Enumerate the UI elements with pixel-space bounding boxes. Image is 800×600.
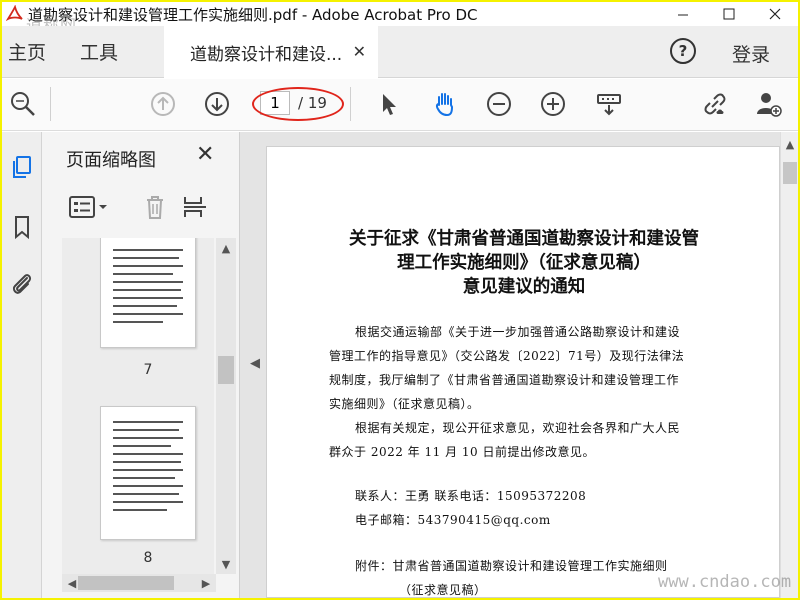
acrobat-logo-icon	[5, 4, 24, 23]
document-title-line: 意见建议的通知	[462, 277, 586, 297]
body-text-line: 根据交通运输部《关于进一步加强普通公路勘察设计和建设	[355, 325, 681, 339]
navigation-rail	[2, 132, 42, 598]
document-title-line: 理工作实施细则》（征求意见稿）	[397, 253, 651, 273]
page-thumbnails-panel: 页面缩略图 ✕ 7 8 ▲ ▼ ◀ ▶	[42, 132, 240, 598]
insert-page-icon[interactable]	[178, 192, 212, 222]
attachments-icon[interactable]	[7, 268, 37, 298]
next-page-icon[interactable]	[202, 89, 232, 119]
help-button[interactable]: ?	[670, 38, 696, 64]
close-tab-icon[interactable]: ✕	[353, 42, 366, 61]
thumbnail-page[interactable]	[100, 238, 196, 348]
body-text-line: 根据有关规定，现公开征求意见，欢迎社会各界和广大人民	[355, 421, 681, 435]
document-scrollbar[interactable]: ▲	[780, 132, 798, 598]
attachment-line: （征求意见稿）	[399, 583, 487, 597]
thumbnail-page[interactable]	[100, 406, 196, 540]
keyboard-tool-icon[interactable]	[594, 89, 624, 119]
body-text-line: 规制度，我厅编制了《甘肃省普通国道勘察设计和建设管理工作	[329, 373, 680, 387]
previous-page-icon[interactable]	[148, 89, 178, 119]
close-icon	[769, 8, 781, 20]
minimize-button[interactable]	[660, 2, 706, 26]
add-user-icon[interactable]	[754, 89, 784, 119]
collapse-panel-icon[interactable]: ◀	[250, 356, 260, 371]
select-cursor-icon[interactable]	[374, 89, 404, 119]
scrollbar-thumb[interactable]	[218, 356, 234, 384]
document-tab-label: 道勘察设计和建设...	[190, 44, 343, 65]
scroll-up-icon[interactable]: ▲	[780, 136, 798, 152]
toolbar-divider	[50, 87, 51, 121]
pdf-page: 关于征求《甘肃省普通国道勘察设计和建设管 理工作实施细则》（征求意见稿） 意见建…	[266, 146, 780, 598]
zoom-search-icon[interactable]	[8, 89, 38, 119]
highlight-oval	[252, 87, 344, 121]
body-text-line: 群众于 2022 年 11 月 10 日前提出修改意见。	[329, 445, 595, 459]
page-thumbnails-icon[interactable]	[7, 152, 37, 182]
scroll-down-icon[interactable]: ▼	[216, 556, 236, 572]
body-text-line: 管理工作的指导意见》（交公路发〔2022〕71号）及现行法律法	[329, 349, 685, 363]
close-panel-icon[interactable]: ✕	[196, 142, 214, 167]
thumbnail-page-number: 8	[143, 550, 153, 566]
home-menu[interactable]: 主页	[8, 38, 46, 65]
zoom-in-icon[interactable]	[538, 89, 568, 119]
document-title-line: 关于征求《甘肃省普通国道勘察设计和建设管	[349, 229, 699, 249]
maximize-button[interactable]	[706, 2, 752, 26]
thumbnail-page-number: 7	[143, 362, 153, 378]
hand-tool-icon[interactable]	[430, 89, 460, 119]
thumbnail-options-icon[interactable]	[64, 192, 112, 222]
scroll-right-icon[interactable]: ▶	[196, 575, 216, 591]
scrollbar-thumb[interactable]	[78, 576, 174, 590]
watermark-bottom: www.cndao.com	[658, 572, 792, 592]
document-view: ◀ 关于征求《甘肃省普通国道勘察设计和建设管 理工作实施细则》（征求意见稿） 意…	[240, 132, 780, 598]
panel-toolbar	[64, 192, 240, 224]
sign-in-button[interactable]: 登录	[732, 40, 770, 67]
contact-line: 联系人：王勇 联系电话：15095372208	[355, 489, 587, 503]
maximize-icon	[723, 8, 735, 20]
acrobat-window: 道勘察设计和建设管理工作实施细则.pdf - Adobe Acrobat Pro…	[2, 2, 798, 598]
tools-menu[interactable]: 工具	[80, 38, 118, 65]
scroll-up-icon[interactable]: ▲	[216, 240, 236, 256]
share-link-icon[interactable]	[700, 89, 730, 119]
thumbnail-horizontal-scrollbar[interactable]: ◀ ▶	[62, 574, 216, 592]
title-bar: 道勘察设计和建设管理工作实施细则.pdf - Adobe Acrobat Pro…	[2, 2, 798, 26]
bookmarks-icon[interactable]	[7, 212, 37, 242]
window-title: 道勘察设计和建设管理工作实施细则.pdf - Adobe Acrobat Pro…	[28, 5, 478, 24]
zoom-out-icon[interactable]	[484, 89, 514, 119]
minimize-icon	[678, 14, 688, 16]
delete-page-icon[interactable]	[138, 192, 172, 222]
toolbar: / 19	[2, 79, 798, 131]
scrollbar-thumb[interactable]	[783, 162, 797, 184]
body-text-line: 实施细则》（征求意见稿）。	[329, 397, 480, 411]
thumbnail-list: 7 8	[62, 238, 214, 574]
panel-title: 页面缩略图	[66, 150, 156, 171]
close-window-button[interactable]	[752, 2, 798, 26]
email-line: 电子邮箱：543790415@qq.com	[355, 513, 551, 527]
menu-tab-bar: 主页 工具 道勘察设计和建设... ✕ ? 登录	[2, 26, 798, 78]
attachment-line: 附件：甘肃省普通国道勘察设计和建设管理工作实施细则	[355, 559, 668, 573]
thumbnail-scrollbar[interactable]: ▲ ▼	[216, 238, 236, 574]
document-tab[interactable]: 道勘察设计和建设... ✕	[164, 26, 378, 78]
toolbar-divider	[350, 87, 351, 121]
